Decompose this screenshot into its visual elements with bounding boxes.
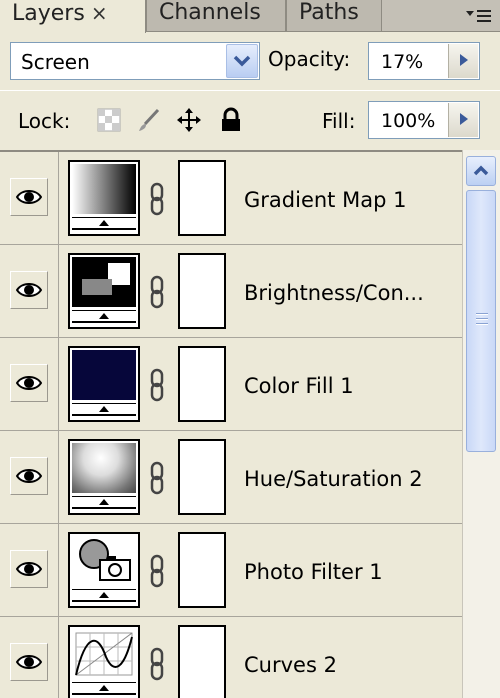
lock-move-icon[interactable]: [176, 107, 202, 133]
curves-icon: [75, 632, 133, 676]
layer-name: Photo Filter 1: [244, 560, 383, 584]
layer-mask-thumbnail[interactable]: [178, 625, 226, 698]
panel-menu-icon[interactable]: [464, 6, 494, 26]
layer-list-scrollbar[interactable]: [462, 150, 500, 698]
layer-mask-thumbnail[interactable]: [178, 439, 226, 515]
tab-paths[interactable]: Paths: [286, 0, 382, 31]
scroll-thumb[interactable]: [466, 190, 496, 452]
lock-all-icon[interactable]: [218, 107, 244, 133]
visibility-toggle[interactable]: [10, 271, 48, 309]
fill-value: 100%: [381, 110, 436, 132]
layer-row[interactable]: Hue/Saturation 2: [0, 431, 462, 524]
chevron-down-icon[interactable]: [226, 44, 258, 78]
eye-icon: [16, 376, 42, 390]
close-icon[interactable]: ×: [91, 1, 108, 25]
blend-mode-value: Screen: [21, 50, 90, 74]
eye-icon: [16, 469, 42, 483]
color-fill-icon: [72, 350, 136, 400]
blend-row: Screen Opacity: 17%: [0, 32, 500, 90]
chain-link-icon[interactable]: [149, 275, 165, 309]
visibility-toggle[interactable]: [10, 178, 48, 216]
adjustment-thumbnail[interactable]: [68, 532, 140, 608]
eye-icon: [16, 190, 42, 204]
layer-mask-thumbnail[interactable]: [178, 253, 226, 329]
visibility-toggle[interactable]: [10, 364, 48, 402]
gradient-map-icon: [72, 164, 136, 214]
chevron-up-icon: [473, 165, 489, 176]
lock-brush-icon[interactable]: [136, 107, 162, 133]
tab-layers[interactable]: Layers ×: [0, 0, 146, 33]
chain-link-icon[interactable]: [149, 554, 165, 588]
layer-row[interactable]: Brightness/Con...: [0, 245, 462, 338]
layer-row[interactable]: Gradient Map 1: [0, 152, 462, 245]
photo-filter-icon: [79, 539, 131, 581]
layer-name: Hue/Saturation 2: [244, 467, 423, 491]
lock-transparent-icon[interactable]: [96, 107, 122, 133]
layer-name: Curves 2: [244, 653, 337, 677]
layer-name: Color Fill 1: [244, 374, 354, 398]
layer-name: Brightness/Con...: [244, 281, 424, 305]
layer-list: Gradient Map 1 Brightness/Con... Color F…: [0, 150, 462, 698]
blend-mode-select[interactable]: Screen: [10, 42, 260, 80]
chain-link-icon[interactable]: [149, 368, 165, 402]
layer-row[interactable]: Curves 2: [0, 617, 462, 698]
hue-saturation-icon: [72, 443, 136, 493]
adjustment-thumbnail[interactable]: [68, 346, 140, 422]
opacity-value: 17%: [381, 51, 424, 73]
eye-icon: [16, 655, 42, 669]
fill-field[interactable]: 100%: [368, 101, 480, 139]
chain-link-icon[interactable]: [149, 461, 165, 495]
tab-channels-label: Channels: [159, 0, 261, 25]
eye-icon: [16, 283, 42, 297]
fill-label: Fill:: [322, 109, 356, 133]
adjustment-thumbnail[interactable]: [68, 439, 140, 515]
opacity-slider-arrow-icon[interactable]: [448, 44, 478, 78]
scroll-up-button[interactable]: [466, 156, 496, 186]
tab-layers-label: Layers: [12, 1, 85, 26]
lock-label: Lock:: [18, 109, 71, 133]
lock-row: Lock: Fill: 100%: [0, 90, 500, 148]
tab-channels[interactable]: Channels: [146, 0, 286, 31]
adjustment-thumbnail[interactable]: [68, 160, 140, 236]
visibility-toggle[interactable]: [10, 643, 48, 681]
visibility-toggle[interactable]: [10, 457, 48, 495]
eye-icon: [16, 562, 42, 576]
adjustment-thumbnail[interactable]: [68, 625, 140, 698]
chain-link-icon[interactable]: [149, 182, 165, 216]
layers-panel: Layers × Channels Paths Screen Opacity: …: [0, 0, 500, 698]
layer-mask-thumbnail[interactable]: [178, 532, 226, 608]
adjustment-thumbnail[interactable]: [68, 253, 140, 329]
visibility-toggle[interactable]: [10, 550, 48, 588]
brightness-contrast-icon: [72, 257, 136, 307]
tab-paths-label: Paths: [299, 0, 359, 25]
opacity-label: Opacity:: [268, 47, 351, 71]
layer-mask-thumbnail[interactable]: [178, 346, 226, 422]
layer-row[interactable]: Color Fill 1: [0, 338, 462, 431]
layer-row[interactable]: Photo Filter 1: [0, 524, 462, 617]
chain-link-icon[interactable]: [149, 647, 165, 681]
tab-bar: Layers × Channels Paths: [0, 0, 500, 33]
layer-name: Gradient Map 1: [244, 188, 407, 212]
fill-slider-arrow-icon[interactable]: [448, 103, 478, 137]
layer-mask-thumbnail[interactable]: [178, 160, 226, 236]
opacity-field[interactable]: 17%: [368, 42, 480, 80]
